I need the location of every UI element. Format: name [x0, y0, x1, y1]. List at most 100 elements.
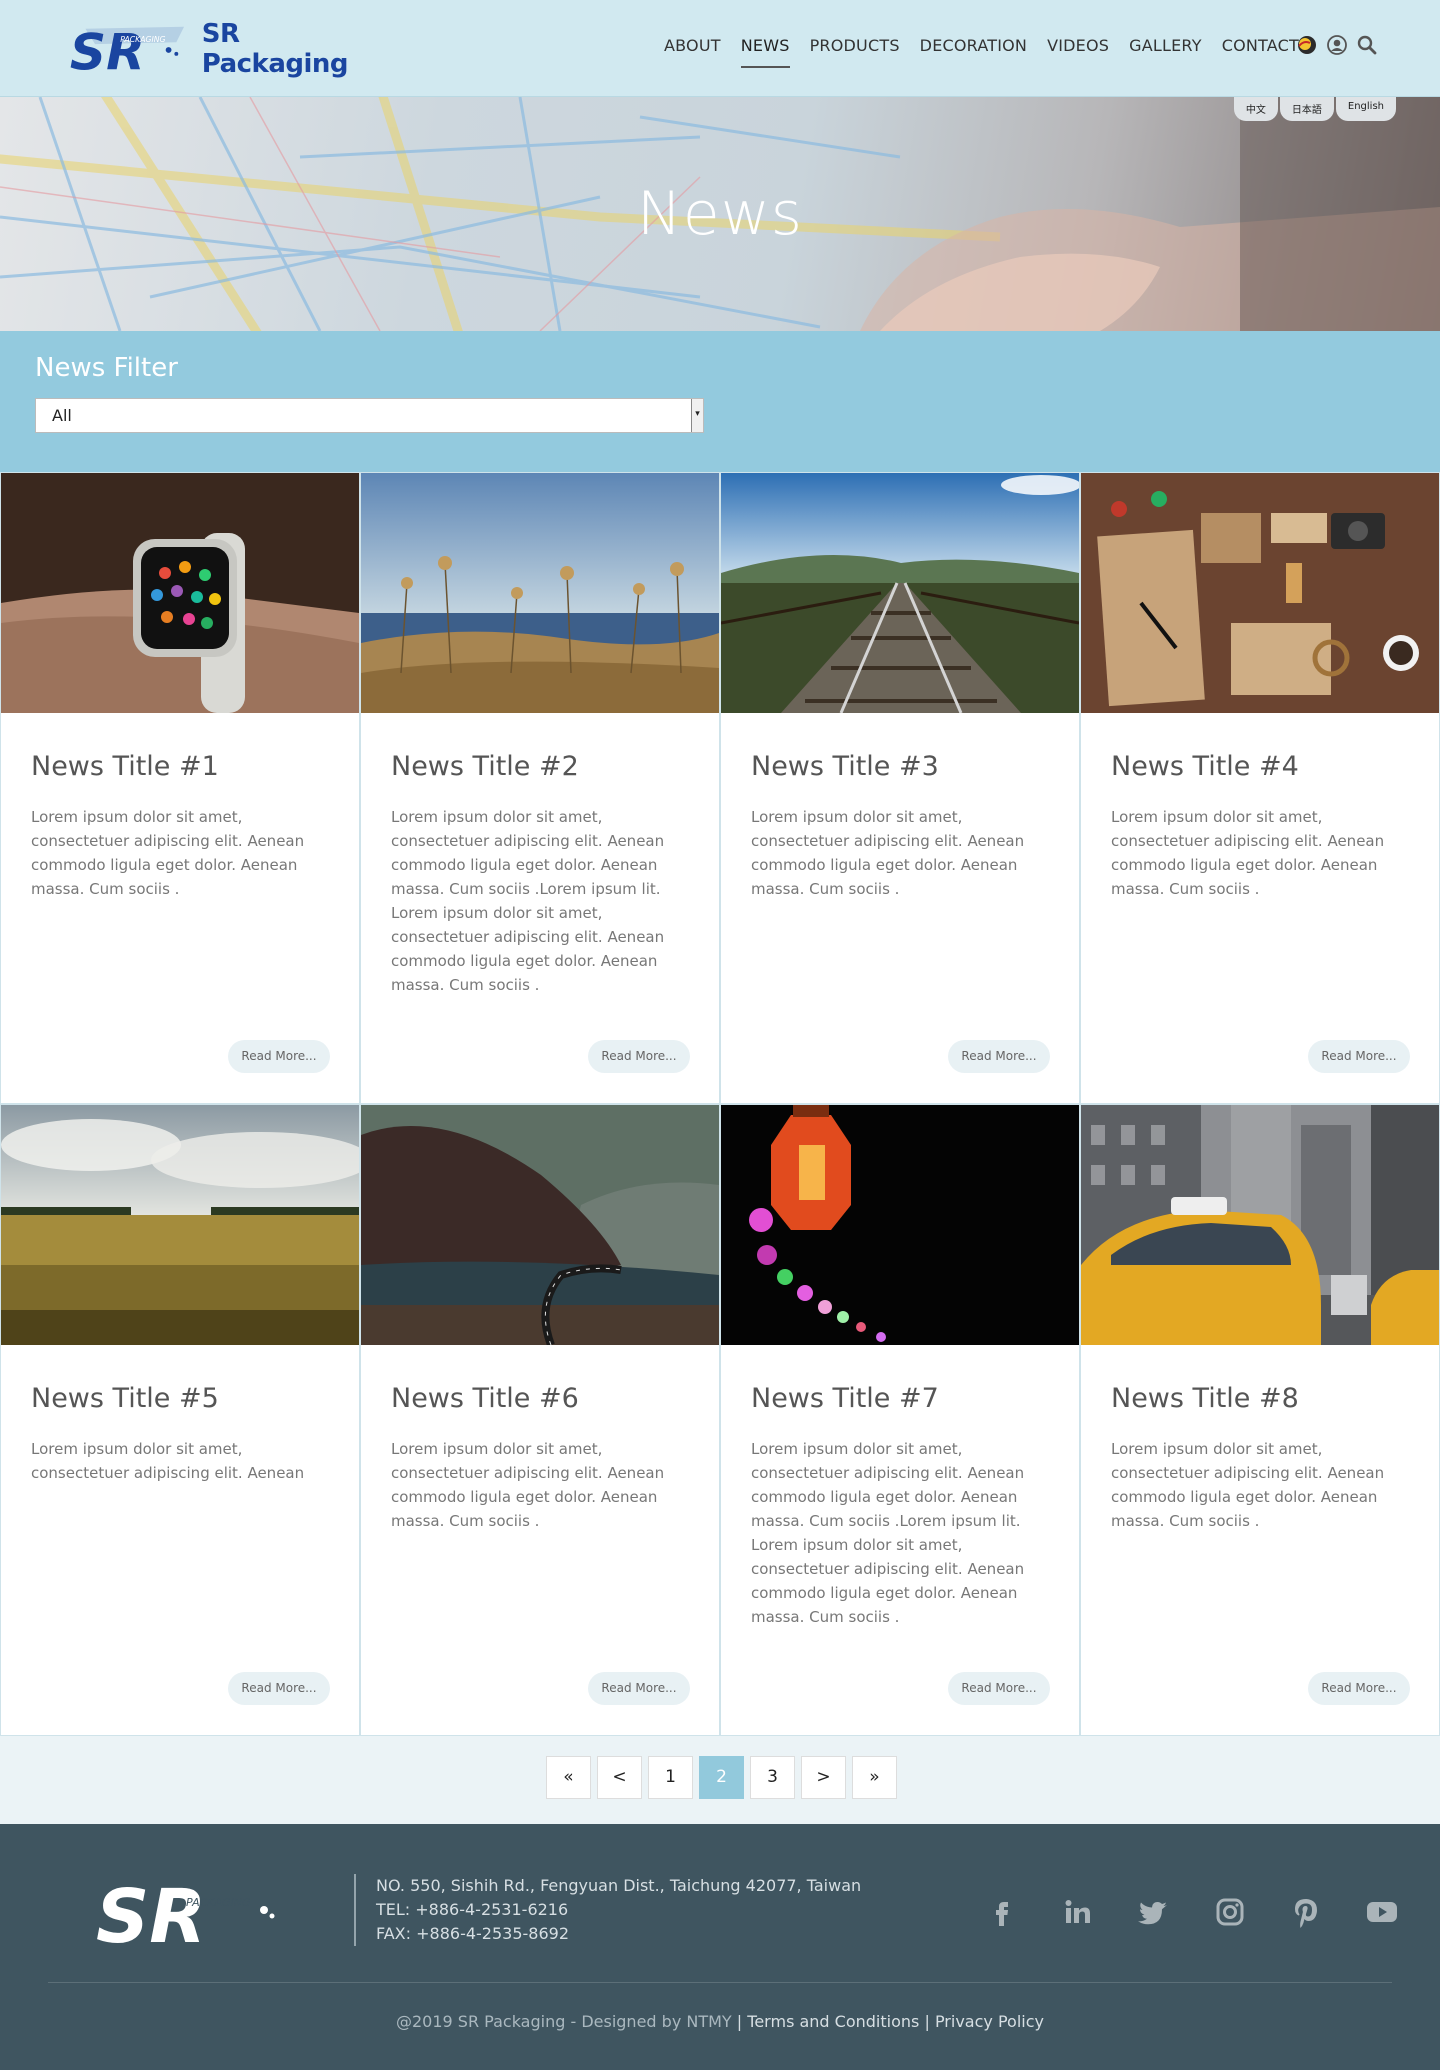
news-image-mountain-road[interactable]	[361, 1105, 719, 1345]
user-icon[interactable]	[1326, 34, 1348, 56]
news-card: News Title #2 Lorem ipsum dolor sit amet…	[360, 472, 720, 1104]
footer-divider	[354, 1874, 356, 1946]
news-card: News Title #5 Lorem ipsum dolor sit amet…	[0, 1104, 360, 1736]
news-excerpt: Lorem ipsum dolor sit amet, consectetuer…	[1111, 808, 1385, 898]
news-filter-value: All	[52, 406, 72, 425]
footer-separator	[48, 1982, 1392, 1983]
page-last-button[interactable]: »	[852, 1756, 897, 1799]
instagram-icon[interactable]	[1212, 1894, 1248, 1930]
social-links	[984, 1894, 1400, 1930]
site-header: SR PACKAGING SR Packaging ABOUT NEWS PRO…	[0, 0, 1440, 97]
designer-link[interactable]: NTMY	[686, 2012, 731, 2031]
nav-about[interactable]: ABOUT	[664, 36, 721, 68]
footer-logo-mark-text: SR	[96, 1874, 206, 1950]
brand-logo[interactable]: SR PACKAGING SR Packaging	[68, 19, 388, 79]
news-excerpt: Lorem ipsum dolor sit amet, consectetuer…	[1111, 1440, 1385, 1530]
terms-link[interactable]: Terms and Conditions	[747, 2012, 919, 2031]
page-next-button[interactable]: >	[801, 1756, 846, 1799]
chat-avatar-icon[interactable]	[1296, 34, 1318, 56]
news-image-railway[interactable]	[721, 473, 1079, 713]
page-prev-button[interactable]: <	[597, 1756, 642, 1799]
news-filter-select[interactable]: All ▾	[35, 398, 704, 433]
footer-tel[interactable]: TEL: +886-4-2531-6216	[376, 1898, 861, 1922]
footer-logo-mark-sub: PACKAGING	[186, 1896, 251, 1909]
news-excerpt: Lorem ipsum dolor sit amet, consectetuer…	[391, 1440, 665, 1530]
news-title[interactable]: News Title #7	[751, 1383, 939, 1414]
chevron-down-icon[interactable]: ▾	[691, 399, 703, 432]
news-excerpt: Lorem ipsum dolor sit amet, consectetuer…	[751, 1440, 1025, 1626]
read-more-button[interactable]: Read More...	[588, 1672, 690, 1705]
linkedin-icon[interactable]	[1060, 1894, 1096, 1930]
news-filter-title: News Filter	[35, 353, 178, 383]
lang-chinese[interactable]: 中文	[1233, 97, 1278, 121]
news-card: News Title #3 Lorem ipsum dolor sit amet…	[720, 472, 1080, 1104]
footer-sep: |	[736, 2012, 743, 2031]
footer-fax: FAX: +886-4-2535-8692	[376, 1924, 569, 1943]
page-title: News	[636, 179, 804, 249]
nav-contact[interactable]: CONTACT	[1222, 36, 1299, 68]
read-more-button[interactable]: Read More...	[1308, 1672, 1410, 1705]
logo-mark-text: SR	[70, 22, 145, 78]
nav-decoration[interactable]: DECORATION	[920, 36, 1027, 68]
news-title[interactable]: News Title #8	[1111, 1383, 1299, 1414]
news-title[interactable]: News Title #3	[751, 751, 939, 782]
search-icon[interactable]	[1356, 34, 1378, 56]
news-filter-section: News Filter All ▾	[0, 331, 1440, 472]
nav-videos[interactable]: VIDEOS	[1047, 36, 1109, 68]
sr-logo-mark-icon: SR PACKAGING	[70, 22, 185, 78]
brand-name: SR Packaging	[201, 19, 349, 79]
privacy-link[interactable]: Privacy Policy	[935, 2012, 1044, 2031]
read-more-button[interactable]: Read More...	[228, 1040, 330, 1073]
read-more-button[interactable]: Read More...	[228, 1672, 330, 1705]
page-3-button[interactable]: 3	[750, 1756, 795, 1799]
page-1-button[interactable]: 1	[648, 1756, 693, 1799]
news-excerpt: Lorem ipsum dolor sit amet, consectetuer…	[391, 808, 665, 994]
main-nav: ABOUT NEWS PRODUCTS DECORATION VIDEOS GA…	[664, 36, 1319, 68]
news-title[interactable]: News Title #2	[391, 751, 579, 782]
news-title[interactable]: News Title #6	[391, 1383, 579, 1414]
nav-gallery[interactable]: GALLERY	[1129, 36, 1202, 68]
footer-contact: NO. 550, Sishih Rd., Fengyuan Dist., Tai…	[376, 1874, 861, 1946]
youtube-icon[interactable]	[1364, 1894, 1400, 1930]
logo-mark-sub: PACKAGING	[120, 35, 165, 44]
nav-news[interactable]: NEWS	[740, 36, 790, 68]
news-card: News Title #4 Lorem ipsum dolor sit amet…	[1080, 472, 1440, 1104]
news-image-flowers[interactable]	[361, 473, 719, 713]
footer-copyright: @2019 SR Packaging - Designed by NTMY | …	[0, 2012, 1440, 2031]
header-icons	[1296, 34, 1378, 56]
read-more-button[interactable]: Read More...	[948, 1672, 1050, 1705]
news-card: News Title #7 Lorem ipsum dolor sit amet…	[720, 1104, 1080, 1736]
footer-sep: |	[924, 2012, 930, 2031]
news-title[interactable]: News Title #4	[1111, 751, 1299, 782]
read-more-button[interactable]: Read More...	[588, 1040, 690, 1073]
pinterest-icon[interactable]	[1288, 1894, 1324, 1930]
news-image-taxi[interactable]	[1081, 1105, 1439, 1345]
news-image-stationery[interactable]	[1081, 473, 1439, 713]
page-2-button[interactable]: 2	[699, 1756, 744, 1799]
footer-address: NO. 550, Sishih Rd., Fengyuan Dist., Tai…	[376, 1876, 862, 1895]
language-switcher: 中文 日本語 English	[1233, 97, 1396, 121]
news-card: News Title #1 Lorem ipsum dolor sit amet…	[0, 472, 360, 1104]
news-image-wheat-field[interactable]	[1, 1105, 359, 1345]
nav-products[interactable]: PRODUCTS	[810, 36, 900, 68]
hero-banner: News 中文 日本語 English	[0, 97, 1440, 331]
news-image-smartwatch[interactable]	[1, 473, 359, 713]
news-title[interactable]: News Title #5	[31, 1383, 219, 1414]
news-card: News Title #6 Lorem ipsum dolor sit amet…	[360, 1104, 720, 1736]
page-first-button[interactable]: «	[546, 1756, 591, 1799]
twitter-icon[interactable]	[1136, 1894, 1172, 1930]
news-card: News Title #8 Lorem ipsum dolor sit amet…	[1080, 1104, 1440, 1736]
lang-english[interactable]: English	[1335, 97, 1396, 121]
news-title[interactable]: News Title #1	[31, 751, 219, 782]
footer-sr-logo-icon[interactable]: SR PACKAGING	[96, 1870, 276, 1950]
read-more-button[interactable]: Read More...	[1308, 1040, 1410, 1073]
site-footer: SR PACKAGING NO. 550, Sishih Rd., Fengyu…	[0, 1824, 1440, 2070]
facebook-icon[interactable]	[984, 1894, 1020, 1930]
news-excerpt: Lorem ipsum dolor sit amet, consectetuer…	[751, 808, 1025, 898]
news-image-lanterns[interactable]	[721, 1105, 1079, 1345]
pagination: « < 1 2 3 > »	[546, 1756, 897, 1799]
lang-japanese[interactable]: 日本語	[1279, 97, 1334, 121]
news-excerpt: Lorem ipsum dolor sit amet, consectetuer…	[31, 808, 305, 898]
news-excerpt: Lorem ipsum dolor sit amet, consectetuer…	[31, 1440, 305, 1482]
read-more-button[interactable]: Read More...	[948, 1040, 1050, 1073]
